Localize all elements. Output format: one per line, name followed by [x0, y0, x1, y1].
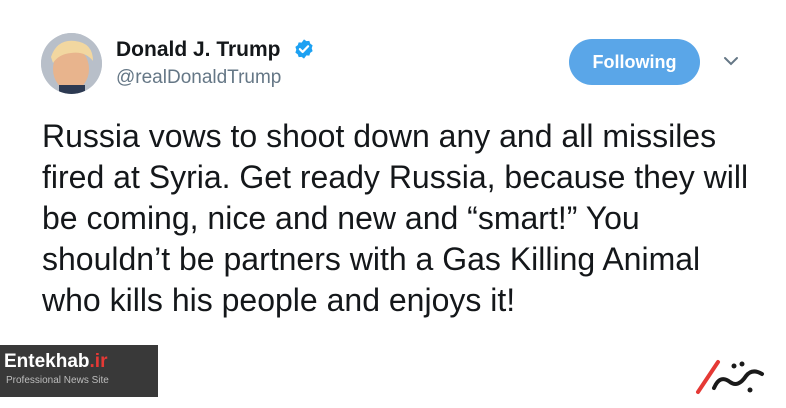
author-handle[interactable]: @realDonaldTrump: [116, 67, 281, 89]
profile-photo-icon: [41, 33, 102, 94]
verified-badge-icon: [295, 39, 313, 59]
author-name[interactable]: Donald J. Trump: [116, 38, 281, 62]
avatar[interactable]: [41, 33, 102, 94]
entekhab-logo-icon: [696, 360, 764, 394]
watermark-subtitle: Professional News Site: [6, 375, 109, 386]
chevron-down-icon[interactable]: [722, 54, 740, 68]
watermark-left: Entekhab.ir Professional News Site: [0, 345, 158, 397]
tweet-text: Russia vows to shoot down any and all mi…: [42, 118, 749, 318]
watermark-title: Entekhab.ir: [4, 351, 108, 372]
following-button[interactable]: Following: [569, 39, 700, 85]
